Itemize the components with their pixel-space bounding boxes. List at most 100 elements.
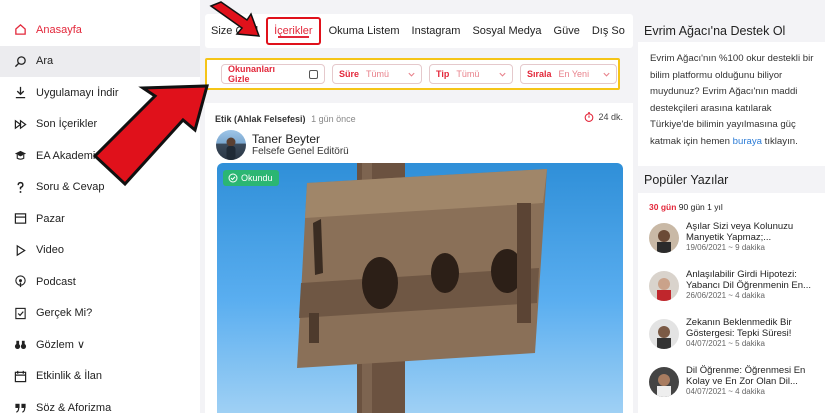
podcast-icon [13,275,27,289]
range-tab-90[interactable]: 90 gün [679,202,705,212]
support-link[interactable]: buraya [733,136,762,147]
popular-item-date: 04/07/2021 ~ 4 dakika [686,387,765,396]
sidebar-item-quotes[interactable]: Söz & Aforizma [0,392,200,413]
sidebar-item-latest[interactable]: Son İçerikler [0,109,200,141]
chevron-down-icon [408,72,415,77]
popular-item[interactable]: Zekanın Beklenmedik Bir Göstergesi: Tepk… [649,317,825,355]
popular-item[interactable]: Aşılar Sizi veya Kolunuzu Manyetik Yapma… [649,221,825,259]
sidebar-item-label: EA Akademi [36,149,96,162]
read-time: 24 dk. [584,112,623,122]
type-value: Tümü [456,69,480,79]
tab-instagram[interactable]: Instagram [406,14,467,48]
popular-item-date: 04/07/2021 ~ 5 dakika [686,339,765,348]
play-icon [13,243,27,257]
sidebar-item-fact-check[interactable]: Gerçek Mi? [0,298,200,330]
popular-item[interactable]: Anlaşılabilir Girdi Hipotezi: Yabancı Di… [649,269,825,307]
support-text-end: tıklayın. [764,135,798,147]
sidebar-item-label: Uygulamayı İndir [36,86,119,99]
sort-select[interactable]: Sırala En Yeni [520,64,617,84]
popular-item-title: Dil Öğrenme: Öğrenmesi En Kolay ve En Zo… [686,365,806,387]
support-box: Evrim Ağacı'nın %100 okur destekli bir b… [638,42,825,166]
sidebar-item-search[interactable]: Ara [0,45,200,77]
store-icon [13,212,27,226]
sidebar-item-label: Etkinlik & İlan [36,370,103,383]
popular-thumb [649,367,679,397]
sidebar-item-label: Son İçerikler [36,118,98,131]
popular-item-date: 19/06/2021 ~ 9 dakika [686,243,765,252]
read-badge: Okundu [223,170,279,186]
duration-label: Süre [339,69,360,79]
quote-icon [13,401,27,413]
sidebar-item-events[interactable]: Etkinlik & İlan [0,361,200,393]
sidebar-item-market[interactable]: Pazar [0,203,200,235]
sidebar-item-qa[interactable]: Soru & Cevap [0,172,200,204]
tab-contents[interactable]: İçerikler [266,17,321,45]
sidebar-item-label: Gözlem ∨ [36,339,86,352]
post-card[interactable]: Etik (Ahlak Felsefesi) 1 gün önce 24 dk.… [205,103,633,413]
sidebar-item-label: Soru & Cevap [36,181,105,194]
sort-value: En Yeni [558,69,590,79]
popular-thumb [649,319,679,349]
sort-label: Sırala [527,69,552,79]
tab-external-sources[interactable]: Dış So [586,14,631,48]
binoculars-icon [13,338,27,352]
sidebar-item-podcast[interactable]: Podcast [0,266,200,298]
popular-item-title: Zekanın Beklenmedik Bir Göstergesi: Tepk… [686,317,792,339]
post-category[interactable]: Etik (Ahlak Felsefesi) [215,114,306,124]
sidebar-item-observation[interactable]: Gözlem ∨ [0,329,200,361]
sidebar-item-video[interactable]: Video [0,235,200,267]
duration-select[interactable]: Süre Tümü [332,64,422,84]
check-circle-icon [228,173,238,183]
read-badge-label: Okundu [241,173,273,183]
type-label: Tip [436,69,450,79]
type-select[interactable]: Tip Tümü [429,64,513,84]
right-column: Evrim Ağacı'na Destek Ol Evrim Ağacı'nın… [638,0,825,413]
sidebar-item-label: Podcast [36,275,76,288]
question-icon [13,180,27,194]
popular-box: 30 gün 90 gün 1 yıl Aşılar Sizi veya Kol… [638,193,825,413]
popular-item-date: 26/06/2021 ~ 4 dakika [686,291,765,300]
support-text: Evrim Ağacı'nın %100 okur destekli bir b… [650,53,814,147]
tab-reading-list[interactable]: Okuma Listem [323,14,406,48]
popular-thumb [649,223,679,253]
support-title: Evrim Ağacı'na Destek Ol [644,24,786,38]
popular-range-tabs: 30 gün 90 gün 1 yıl [649,202,723,212]
sidebar-item-label: Gerçek Mi? [36,307,93,320]
author-role: Felsefe Genel Editörü [252,146,349,157]
hide-read-checkbox[interactable] [309,69,318,79]
author-avatar[interactable] [216,130,246,160]
range-tab-1y[interactable]: 1 yıl [707,202,723,212]
chevron-down-icon [603,72,610,77]
duration-value: Tümü [366,69,390,79]
popular-title: Popüler Yazılar [644,173,729,187]
home-icon [13,23,27,37]
tab-trust[interactable]: Güve [548,14,586,48]
popular-item-title: Anlaşılabilir Girdi Hipotezi: Yabancı Di… [686,269,811,291]
sidebar: Anasayfa Ara Uygulamayı İndir Son İçerik… [0,0,200,413]
calendar-icon [13,369,27,383]
sidebar-item-label: Pazar [36,212,65,225]
stopwatch-icon [585,112,594,122]
post-meta: Etik (Ahlak Felsefesi) 1 gün önce [215,114,356,124]
post-hero-image[interactable]: Okundu [217,163,623,413]
sidebar-item-academy[interactable]: EA Akademi [0,140,200,172]
pillory-image [297,163,547,413]
chevron-down-icon [499,72,506,77]
download-icon [13,86,27,100]
sidebar-item-label: Söz & Aforizma [36,401,112,413]
sidebar-item-home[interactable]: Anasayfa [0,14,200,46]
tab-for-you[interactable]: Size Özel [205,14,264,48]
sidebar-item-label: Ara [36,55,54,68]
check-document-icon [13,306,27,320]
range-tab-30[interactable]: 30 gün [649,202,676,212]
author-name[interactable]: Taner Beyter [252,132,320,146]
filter-bar: Okunanları Gizle Süre Tümü Tip Tümü Sıra… [205,58,620,90]
sidebar-item-label: Video [36,244,64,257]
sidebar-item-download-app[interactable]: Uygulamayı İndir [0,77,200,109]
content-tabs: Size Özel İçerikler Okuma Listem Instagr… [205,14,633,48]
graduation-cap-icon [13,149,27,163]
tab-social-media[interactable]: Sosyal Medya [466,14,547,48]
popular-item[interactable]: Dil Öğrenme: Öğrenmesi En Kolay ve En Zo… [649,365,825,403]
hide-read-toggle[interactable]: Okunanları Gizle [221,64,325,84]
read-time-value: 24 dk. [598,112,623,122]
